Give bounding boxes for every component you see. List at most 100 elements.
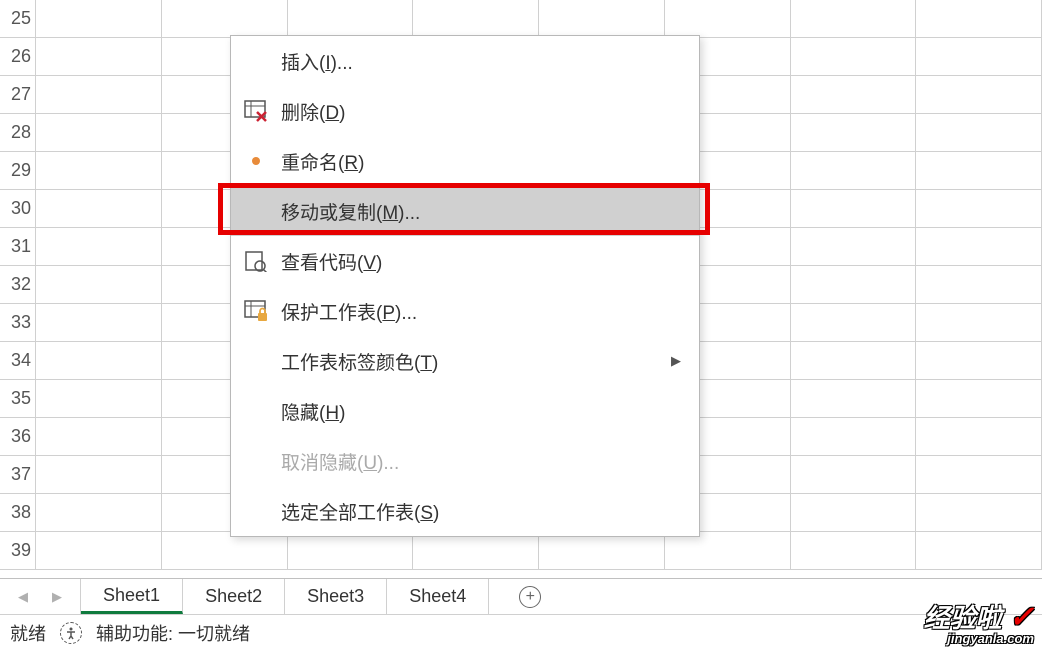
menu-move-or-copy[interactable]: 移动或复制(M)...: [231, 186, 699, 236]
cell[interactable]: [36, 152, 162, 190]
cell[interactable]: [916, 456, 1042, 494]
cell[interactable]: [916, 38, 1042, 76]
menu-tab-color[interactable]: 工作表标签颜色(T) ▶: [231, 336, 699, 386]
row-header[interactable]: 31: [0, 228, 36, 266]
blank-icon: [243, 448, 269, 474]
cell[interactable]: [791, 304, 917, 342]
cell[interactable]: [36, 380, 162, 418]
menu-insert[interactable]: 插入(I)...: [231, 36, 699, 86]
cell[interactable]: [36, 228, 162, 266]
row-header[interactable]: 34: [0, 342, 36, 380]
row-header[interactable]: 26: [0, 38, 36, 76]
cell[interactable]: [36, 266, 162, 304]
cell[interactable]: [791, 76, 917, 114]
cell[interactable]: [916, 76, 1042, 114]
menu-label: 选定全部工作表(S): [281, 498, 439, 525]
cell[interactable]: [791, 38, 917, 76]
menu-select-all-sheets[interactable]: 选定全部工作表(S): [231, 486, 699, 536]
cell[interactable]: [413, 532, 539, 570]
row-header[interactable]: 33: [0, 304, 36, 342]
cell[interactable]: [162, 532, 288, 570]
cell[interactable]: [916, 114, 1042, 152]
row-header[interactable]: 27: [0, 76, 36, 114]
cell[interactable]: [916, 418, 1042, 456]
cell[interactable]: [916, 532, 1042, 570]
sheet-tab-sheet3[interactable]: Sheet3: [285, 579, 387, 614]
cell[interactable]: [916, 190, 1042, 228]
view-code-icon: [243, 248, 269, 274]
cell[interactable]: [791, 342, 917, 380]
row-header[interactable]: 38: [0, 494, 36, 532]
sheet-tab-sheet4[interactable]: Sheet4: [387, 579, 489, 614]
menu-label: 插入(I)...: [281, 48, 353, 75]
sheet-tab-sheet1[interactable]: Sheet1: [81, 579, 183, 614]
menu-label: 取消隐藏(U)...: [281, 448, 399, 475]
menu-protect-sheet[interactable]: 保护工作表(P)...: [231, 286, 699, 336]
cell[interactable]: [36, 0, 162, 38]
accessibility-icon[interactable]: [60, 622, 82, 644]
rename-icon: [243, 148, 269, 174]
cell[interactable]: [36, 76, 162, 114]
menu-label: 工作表标签颜色(T): [281, 348, 438, 375]
new-sheet-button[interactable]: +: [519, 586, 541, 608]
cell[interactable]: [791, 532, 917, 570]
cell[interactable]: [665, 532, 791, 570]
cell[interactable]: [916, 266, 1042, 304]
cell[interactable]: [791, 152, 917, 190]
cell[interactable]: [36, 418, 162, 456]
checkmark-icon: ✓: [1009, 601, 1034, 634]
cell[interactable]: [36, 38, 162, 76]
cell[interactable]: [791, 456, 917, 494]
blank-icon: [243, 348, 269, 374]
row-header[interactable]: 36: [0, 418, 36, 456]
menu-delete[interactable]: 删除(D): [231, 86, 699, 136]
cell[interactable]: [36, 114, 162, 152]
row-header[interactable]: 37: [0, 456, 36, 494]
row-header[interactable]: 35: [0, 380, 36, 418]
submenu-arrow-icon: ▶: [671, 353, 681, 369]
cell[interactable]: [916, 380, 1042, 418]
cell[interactable]: [36, 190, 162, 228]
cell[interactable]: [288, 532, 414, 570]
cell[interactable]: [665, 0, 791, 38]
menu-hide[interactable]: 隐藏(H): [231, 386, 699, 436]
cell[interactable]: [791, 266, 917, 304]
cell[interactable]: [916, 494, 1042, 532]
cell[interactable]: [791, 114, 917, 152]
cell[interactable]: [916, 0, 1042, 38]
cell[interactable]: [791, 494, 917, 532]
row-header[interactable]: 39: [0, 532, 36, 570]
cell[interactable]: [36, 532, 162, 570]
cell[interactable]: [36, 494, 162, 532]
row-header[interactable]: 29: [0, 152, 36, 190]
sheet-tab-sheet2[interactable]: Sheet2: [183, 579, 285, 614]
cell[interactable]: [791, 190, 917, 228]
cell[interactable]: [916, 228, 1042, 266]
cell[interactable]: [791, 228, 917, 266]
row-header[interactable]: 32: [0, 266, 36, 304]
row-header[interactable]: 28: [0, 114, 36, 152]
delete-sheet-icon: [243, 98, 269, 124]
tab-nav-prev-icon[interactable]: ◀: [18, 589, 28, 605]
cell[interactable]: [791, 418, 917, 456]
row-header[interactable]: 25: [0, 0, 36, 38]
cell[interactable]: [539, 0, 665, 38]
watermark: 经验啦 ✓ jingyanla.com: [924, 598, 1034, 646]
cell[interactable]: [36, 456, 162, 494]
menu-view-code[interactable]: 查看代码(V): [231, 236, 699, 286]
cell[interactable]: [916, 342, 1042, 380]
row-header[interactable]: 30: [0, 190, 36, 228]
cell[interactable]: [36, 304, 162, 342]
cell[interactable]: [791, 0, 917, 38]
cell[interactable]: [916, 304, 1042, 342]
cell[interactable]: [791, 380, 917, 418]
cell[interactable]: [539, 532, 665, 570]
tab-nav-next-icon[interactable]: ▶: [52, 589, 62, 605]
cell[interactable]: [36, 342, 162, 380]
menu-label: 删除(D): [281, 98, 345, 125]
cell[interactable]: [288, 0, 414, 38]
cell[interactable]: [916, 152, 1042, 190]
cell[interactable]: [162, 0, 288, 38]
menu-rename[interactable]: 重命名(R): [231, 136, 699, 186]
cell[interactable]: [413, 0, 539, 38]
